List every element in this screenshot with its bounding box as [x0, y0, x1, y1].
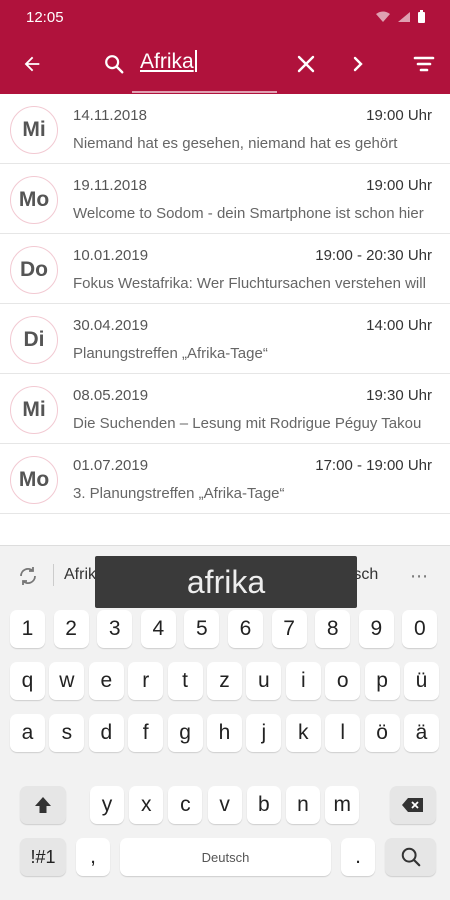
- wifi-icon: [376, 11, 390, 22]
- key-x[interactable]: x: [129, 786, 164, 824]
- signal-icon: [398, 12, 410, 22]
- key-i[interactable]: i: [285, 662, 321, 700]
- filter-icon[interactable]: [408, 48, 440, 80]
- app-bar: Afrika: [0, 34, 450, 94]
- event-title: Planungstreffen „Afrika-Tage“: [73, 345, 268, 362]
- event-title: Niemand hat es gesehen, niemand hat es g…: [73, 135, 398, 152]
- key-q[interactable]: q: [10, 662, 45, 700]
- key-4[interactable]: 4: [140, 610, 176, 648]
- back-arrow-icon[interactable]: [16, 48, 48, 80]
- key-6[interactable]: 6: [228, 610, 263, 648]
- key-5[interactable]: 5: [184, 610, 220, 648]
- event-row[interactable]: Do 10.01.2019 19:00 - 20:30 Uhr Fokus We…: [0, 234, 450, 304]
- symbols-key[interactable]: !#1: [20, 838, 66, 876]
- event-date: 14.11.2018: [73, 107, 147, 124]
- period-key[interactable]: .: [341, 838, 375, 876]
- event-title: Die Suchenden – Lesung mit Rodrigue Pégu…: [73, 415, 422, 432]
- key-n[interactable]: n: [286, 786, 320, 824]
- event-date: 30.04.2019: [73, 317, 149, 334]
- search-icon: [98, 48, 130, 80]
- event-date: 08.05.2019: [73, 387, 149, 404]
- event-title: 3. Planungstreffen „Afrika-Tage“: [73, 485, 285, 502]
- search-input[interactable]: Afrika: [140, 50, 197, 74]
- key-u[interactable]: u: [246, 662, 282, 700]
- event-list: Mi 14.11.2018 19:00 Uhr Niemand hat es g…: [0, 94, 450, 514]
- status-icons: [375, 10, 426, 24]
- battery-icon: [418, 10, 425, 23]
- event-time: 19:00 Uhr: [366, 107, 432, 124]
- backspace-key[interactable]: [390, 786, 436, 824]
- key-f[interactable]: f: [128, 714, 164, 752]
- search-underline: [132, 91, 277, 93]
- event-title: Welcome to Sodom - dein Smartphone ist s…: [73, 205, 424, 222]
- event-row[interactable]: Mi 08.05.2019 19:30 Uhr Die Suchenden – …: [0, 374, 450, 444]
- key-w[interactable]: w: [49, 662, 85, 700]
- key-l[interactable]: l: [325, 714, 361, 752]
- weekday-badge: Mi: [10, 386, 58, 434]
- key-y[interactable]: y: [90, 786, 124, 824]
- key-8[interactable]: 8: [315, 610, 351, 648]
- key-preview-popup: afrika: [95, 556, 357, 608]
- search-key[interactable]: [385, 838, 436, 876]
- search-icon: [401, 847, 420, 867]
- space-key[interactable]: Deutsch: [120, 838, 331, 876]
- key-ü[interactable]: ü: [404, 662, 439, 700]
- event-row[interactable]: Di 30.04.2019 14:00 Uhr Planungstreffen …: [0, 304, 450, 374]
- search-query: Afrika: [140, 50, 194, 73]
- key-h[interactable]: h: [207, 714, 242, 752]
- status-bar: 12:05: [0, 0, 450, 34]
- weekday-badge: Do: [10, 246, 58, 294]
- key-p[interactable]: p: [364, 662, 400, 700]
- key-o[interactable]: o: [325, 662, 361, 700]
- event-time: 19:30 Uhr: [366, 387, 432, 404]
- key-z[interactable]: z: [207, 662, 242, 700]
- event-time: 17:00 - 19:00 Uhr: [315, 457, 432, 474]
- key-0[interactable]: 0: [402, 610, 438, 648]
- sync-icon[interactable]: [16, 564, 40, 593]
- clear-icon[interactable]: [290, 48, 322, 80]
- key-9[interactable]: 9: [358, 610, 394, 648]
- event-date: 19.11.2018: [73, 177, 147, 194]
- more-options-icon[interactable]: ⋯: [410, 566, 428, 587]
- key-2[interactable]: 2: [53, 610, 89, 648]
- event-row[interactable]: Mo 19.11.2018 19:00 Uhr Welcome to Sodom…: [0, 164, 450, 234]
- key-g[interactable]: g: [167, 714, 203, 752]
- event-date: 10.01.2019: [73, 247, 149, 264]
- weekday-badge: Mo: [10, 456, 58, 504]
- event-time: 19:00 - 20:30 Uhr: [315, 247, 432, 264]
- event-time: 14:00 Uhr: [366, 317, 432, 334]
- event-row[interactable]: Mi 14.11.2018 19:00 Uhr Niemand hat es g…: [0, 94, 450, 164]
- key-1[interactable]: 1: [10, 610, 45, 648]
- key-j[interactable]: j: [246, 714, 282, 752]
- event-row[interactable]: Mo 01.07.2019 17:00 - 19:00 Uhr 3. Planu…: [0, 444, 450, 514]
- key-d[interactable]: d: [88, 714, 124, 752]
- status-time: 12:05: [26, 9, 64, 26]
- key-m[interactable]: m: [325, 786, 360, 824]
- weekday-badge: Di: [10, 316, 58, 364]
- text-caret: [194, 50, 197, 72]
- weekday-badge: Mi: [10, 106, 58, 154]
- key-r[interactable]: r: [128, 662, 164, 700]
- chevron-right-icon[interactable]: [342, 48, 374, 80]
- key-t[interactable]: t: [167, 662, 203, 700]
- key-3[interactable]: 3: [97, 610, 133, 648]
- key-v[interactable]: v: [207, 786, 242, 824]
- comma-key[interactable]: ,: [76, 838, 110, 876]
- key-ö[interactable]: ö: [364, 714, 400, 752]
- event-time: 19:00 Uhr: [366, 177, 432, 194]
- suggestion-divider: [53, 564, 54, 586]
- event-date: 01.07.2019: [73, 457, 149, 474]
- key-c[interactable]: c: [168, 786, 203, 824]
- key-b[interactable]: b: [246, 786, 281, 824]
- key-e[interactable]: e: [88, 662, 124, 700]
- key-k[interactable]: k: [285, 714, 321, 752]
- weekday-badge: Mo: [10, 176, 58, 224]
- key-a[interactable]: a: [10, 714, 45, 752]
- key-s[interactable]: s: [49, 714, 85, 752]
- shift-key[interactable]: [20, 786, 66, 824]
- key-ä[interactable]: ä: [404, 714, 439, 752]
- event-title: Fokus Westafrika: Wer Fluchtursachen ver…: [73, 275, 426, 292]
- key-7[interactable]: 7: [271, 610, 307, 648]
